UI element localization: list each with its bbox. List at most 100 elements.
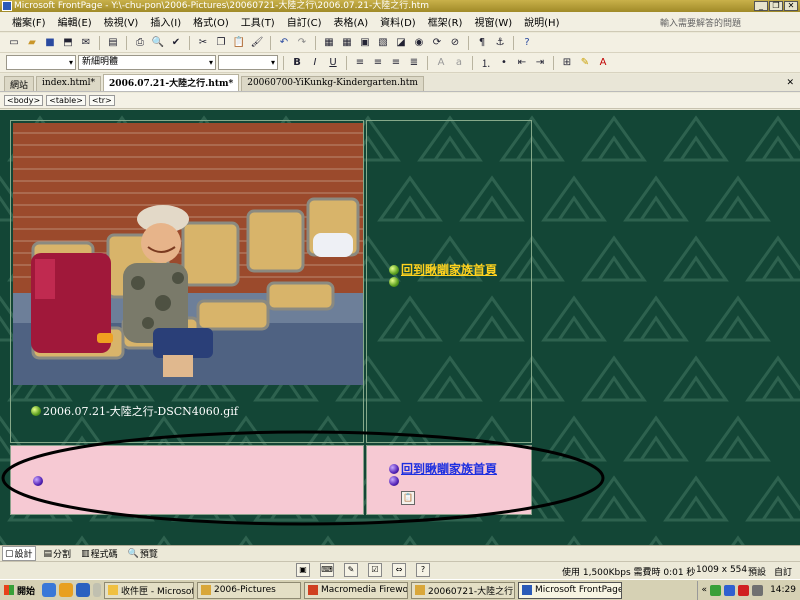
menu-table[interactable]: 表格(A) [332, 13, 371, 30]
help-status-icon[interactable]: ? [416, 563, 430, 577]
underline-button[interactable]: U [325, 55, 341, 71]
insert-picture-icon[interactable]: ▧ [375, 35, 391, 51]
status-mode-default[interactable]: 預設 [748, 565, 766, 578]
bullet-list-icon[interactable]: • [496, 55, 512, 71]
close-button[interactable]: ✕ [784, 1, 798, 11]
help-question-box[interactable]: 輸入需要解答的問題 [660, 16, 795, 29]
open-folder-icon[interactable]: ▰ [24, 35, 40, 51]
table-cell-nav[interactable]: 回到瞅瞓家族首頁 [366, 120, 532, 443]
font-color-icon[interactable]: A [595, 55, 611, 71]
paste-options-icon[interactable]: 📋 [401, 491, 415, 505]
menu-help[interactable]: 說明(H) [522, 13, 561, 30]
refresh-icon[interactable]: ⟳ [429, 35, 445, 51]
menu-insert[interactable]: 插入(I) [148, 13, 183, 30]
spelling-icon[interactable]: ✔ [168, 35, 184, 51]
tab-index-html[interactable]: index.html* [36, 76, 102, 91]
page-dimensions[interactable]: 1009 x 554 [696, 565, 747, 575]
tray-network-icon[interactable] [710, 584, 722, 596]
quicklaunch-ie-icon[interactable] [42, 583, 57, 597]
keyboard-icon[interactable]: ⌨ [320, 563, 334, 577]
tag-table[interactable]: <table> [46, 95, 86, 106]
view-tab-design[interactable]: ▢ 設計 [2, 546, 36, 561]
minimize-button[interactable]: _ [754, 1, 768, 11]
align-center-icon[interactable]: ≡ [370, 55, 386, 71]
check-icon[interactable]: ☑ [368, 563, 382, 577]
style-select[interactable] [6, 55, 76, 70]
tray-antivirus-icon[interactable] [738, 584, 750, 596]
hyperlink-icon[interactable]: ◉ [411, 35, 427, 51]
menu-edit[interactable]: 編輯(E) [56, 13, 94, 30]
new-page-icon[interactable]: ▭ [6, 35, 22, 51]
format-painter-icon[interactable]: 🖌 [249, 35, 265, 51]
design-canvas[interactable]: 2006.07.21-大陸之行-DSCN4060.gif 回到瞅瞓家族首頁 回到… [0, 110, 800, 545]
font-select[interactable]: 新細明體 [78, 55, 216, 70]
frontpage-app-icon[interactable] [2, 1, 12, 11]
tab-current-page[interactable]: 2006.07.21-大陸之行.htm* [103, 74, 240, 91]
quicklaunch-more-icon[interactable] [93, 583, 102, 597]
task-fireworks[interactable]: Macromedia Firewor... [304, 581, 409, 599]
bold-button[interactable]: B [289, 55, 305, 71]
task-inbox[interactable]: 收件匣 - Microsoft ... [104, 581, 195, 599]
email-icon[interactable]: ✉ [78, 35, 94, 51]
task-trip-folder[interactable]: 20060721-大陸之行 [411, 581, 516, 599]
insert-component-icon[interactable]: ▦ [321, 35, 337, 51]
insert-table-icon[interactable]: ▦ [339, 35, 355, 51]
paste-icon[interactable]: 📋 [231, 35, 247, 51]
justify-icon[interactable]: ≣ [406, 55, 422, 71]
align-left-icon[interactable]: ≡ [352, 55, 368, 71]
undo-icon[interactable]: ↶ [276, 35, 292, 51]
start-button[interactable]: 開始 [0, 581, 39, 599]
tag-tr[interactable]: <tr> [88, 95, 115, 106]
compose-icon[interactable]: ✎ [344, 563, 358, 577]
print-icon[interactable]: ⎙ [132, 35, 148, 51]
accessibility-icon[interactable]: ⇔ [392, 563, 406, 577]
tray-volume-icon[interactable] [752, 584, 764, 596]
menu-tools[interactable]: 工具(T) [239, 13, 277, 30]
italic-button[interactable]: I [307, 55, 323, 71]
increase-indent-icon[interactable]: ⇥ [532, 55, 548, 71]
tray-expand-icon[interactable]: « [702, 585, 708, 595]
table-cell-photo[interactable]: 2006.07.21-大陸之行-DSCN4060.gif [10, 120, 364, 443]
menu-view[interactable]: 檢視(V) [102, 13, 141, 30]
bookmark-icon[interactable]: ⚓ [492, 35, 508, 51]
task-pictures-folder[interactable]: 2006-Pictures [197, 581, 302, 599]
photo-boy-on-bench[interactable] [13, 123, 363, 385]
maximize-button[interactable]: ❐ [769, 1, 783, 11]
save-icon[interactable]: ■ [42, 35, 58, 51]
tab-website[interactable]: 網站 [4, 76, 35, 91]
increase-font-icon[interactable]: A [433, 55, 449, 71]
align-right-icon[interactable]: ≡ [388, 55, 404, 71]
quicklaunch-firefox-icon[interactable] [59, 583, 74, 597]
tag-body[interactable]: <body> [4, 95, 44, 106]
menu-file[interactable]: 檔案(F) [10, 13, 48, 30]
web-component-icon[interactable]: ▤ [105, 35, 121, 51]
publish-icon[interactable]: ⬒ [60, 35, 76, 51]
close-tab-icon[interactable]: ✕ [786, 78, 794, 88]
show-all-icon[interactable]: ¶ [474, 35, 490, 51]
stop-icon[interactable]: ⊘ [447, 35, 463, 51]
table-cell-pink-right[interactable]: 回到瞅瞓家族首頁 📋 [366, 445, 532, 515]
menu-format[interactable]: 格式(O) [191, 13, 231, 30]
tab-kindergarten[interactable]: 20060700-YiKunkg-Kindergarten.htm [241, 76, 424, 91]
menu-window[interactable]: 視窗(W) [472, 13, 514, 30]
status-mode-custom[interactable]: 自訂 [774, 565, 792, 578]
font-size-select[interactable] [218, 55, 278, 70]
cut-icon[interactable]: ✂ [195, 35, 211, 51]
insert-layer-icon[interactable]: ▣ [357, 35, 373, 51]
quicklaunch-outlook-icon[interactable] [76, 583, 91, 597]
borders-icon[interactable]: ⊞ [559, 55, 575, 71]
clock[interactable]: 14:29 [770, 585, 796, 595]
menu-data[interactable]: 資料(D) [378, 13, 418, 30]
copy-icon[interactable]: ❐ [213, 35, 229, 51]
view-tab-preview[interactable]: 🔍 預覽 [126, 547, 160, 561]
back-home-link-bottom[interactable]: 回到瞅瞓家族首頁 [401, 460, 497, 477]
preview-browser-icon[interactable]: 🔍 [150, 35, 166, 51]
table-cell-pink-left[interactable] [10, 445, 364, 515]
menu-frames[interactable]: 框架(R) [426, 13, 465, 30]
highlight-icon[interactable]: ✎ [577, 55, 593, 71]
drawing-icon[interactable]: ◪ [393, 35, 409, 51]
tray-messenger-icon[interactable] [724, 584, 736, 596]
view-tab-code[interactable]: ▥ 程式碼 [79, 547, 120, 561]
view-tab-split[interactable]: ▤ 分割 [42, 547, 74, 561]
decrease-indent-icon[interactable]: ⇤ [514, 55, 530, 71]
